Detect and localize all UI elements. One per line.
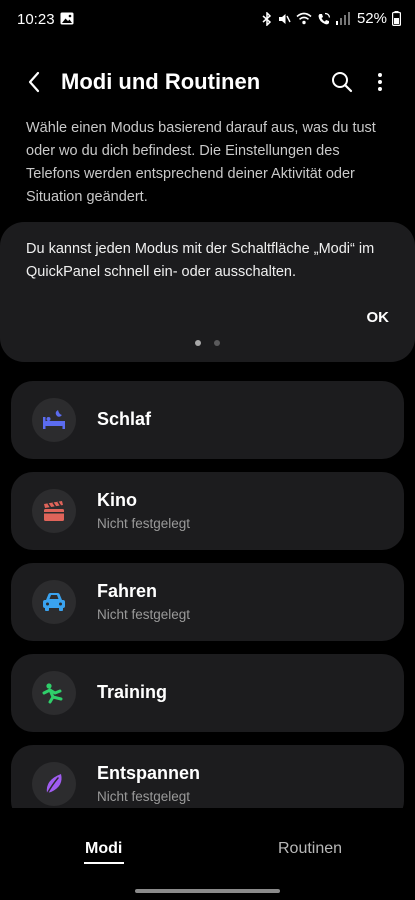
status-icons: 52% xyxy=(262,10,401,27)
page-indicator xyxy=(0,340,415,346)
search-button[interactable] xyxy=(328,68,356,96)
back-button[interactable] xyxy=(20,68,48,96)
page-description: Wähle einen Modus basierend darauf aus, … xyxy=(26,120,376,205)
tip-card: Du kannst jeden Modus mit der Schaltfläc… xyxy=(0,222,415,362)
leaf-icon xyxy=(46,774,62,795)
bed-icon xyxy=(43,410,65,429)
search-icon xyxy=(332,72,353,93)
mode-item-entspannen[interactable]: Entspannen Nicht festgelegt xyxy=(11,745,404,808)
status-time: 10:23 xyxy=(17,11,55,28)
page-dot-2[interactable] xyxy=(214,340,220,346)
running-icon xyxy=(42,683,63,704)
page-dot-1[interactable] xyxy=(195,340,201,346)
bluetooth-icon xyxy=(262,11,272,26)
car-icon xyxy=(43,593,65,611)
mode-item-kino[interactable]: Kino Nicht festgelegt xyxy=(11,472,404,550)
clapperboard-icon xyxy=(44,501,64,521)
gallery-icon xyxy=(60,12,74,25)
mode-title: Kino xyxy=(97,490,137,510)
mode-item-schlaf[interactable]: Schlaf xyxy=(11,381,404,459)
more-options-button[interactable] xyxy=(366,68,394,96)
tab-modi[interactable]: Modi xyxy=(85,840,122,858)
battery-icon xyxy=(392,11,401,26)
home-indicator[interactable] xyxy=(135,889,280,893)
status-bar: 10:23 52% xyxy=(0,0,415,40)
mode-subtitle: Nicht festgelegt xyxy=(97,607,191,622)
mode-list: Schlaf Kino Nicht festgelegt Fahren Nich… xyxy=(0,381,415,808)
app-header: Modi und Routinen xyxy=(0,58,415,106)
page-title: Modi und Routinen xyxy=(61,69,261,94)
tip-text: Du kannst jeden Modus mit der Schaltfläc… xyxy=(26,241,375,280)
ok-button[interactable]: OK xyxy=(367,309,390,326)
mode-title: Entspannen xyxy=(97,763,201,783)
mode-item-fahren[interactable]: Fahren Nicht festgelegt xyxy=(11,563,404,641)
mode-subtitle: Nicht festgelegt xyxy=(97,516,191,531)
tab-routinen[interactable]: Routinen xyxy=(278,840,342,858)
mode-title: Schlaf xyxy=(97,409,152,429)
bottom-navigation: Modi Routinen xyxy=(0,808,415,900)
battery-text: 52% xyxy=(356,10,387,27)
mode-subtitle: Nicht festgelegt xyxy=(97,789,191,804)
wifi-call-icon xyxy=(318,12,331,24)
mode-title: Fahren xyxy=(97,581,158,601)
mute-icon xyxy=(278,13,291,24)
mode-title: Training xyxy=(97,682,168,702)
mode-item-training[interactable]: Training xyxy=(11,654,404,732)
more-vertical-icon xyxy=(378,73,382,91)
wifi-icon xyxy=(296,12,312,25)
signal-icon xyxy=(335,12,350,25)
active-tab-indicator xyxy=(84,862,124,864)
chevron-left-icon xyxy=(28,71,40,93)
